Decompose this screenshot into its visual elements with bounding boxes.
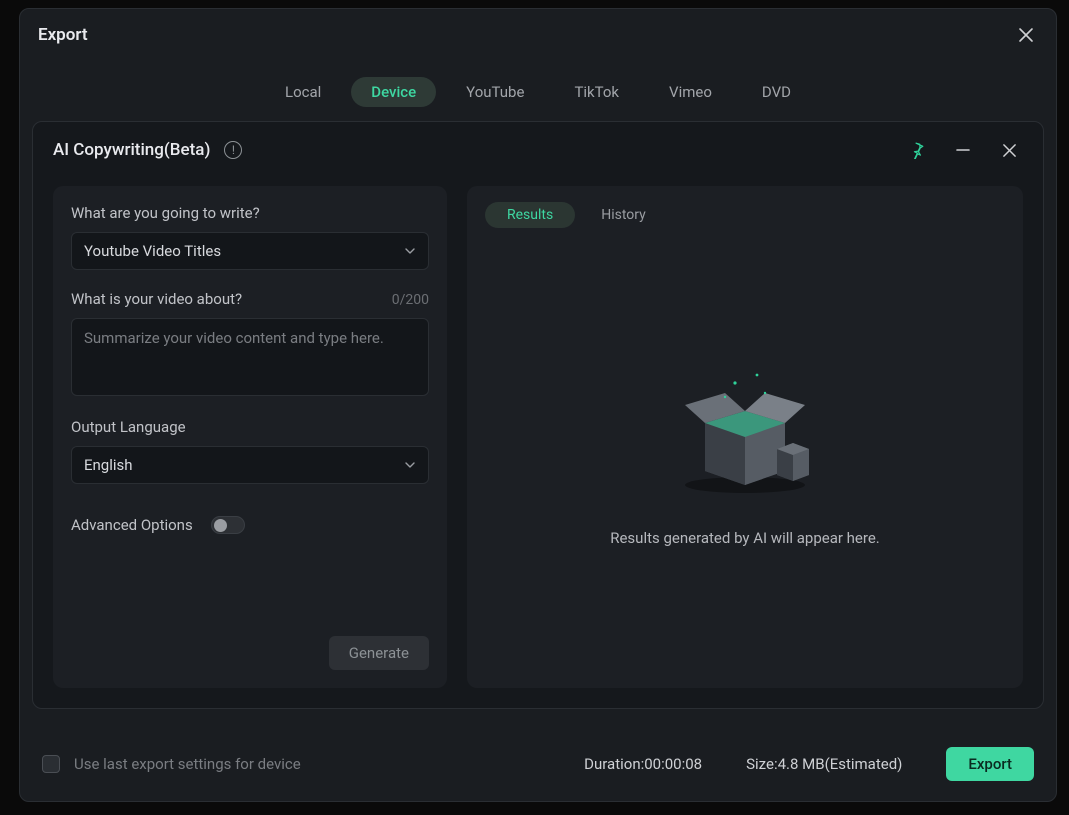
video-about-textarea[interactable]: Summarize your video content and type he… [71, 318, 429, 396]
export-dialog: Export Local Device YouTube TikTok Vimeo… [19, 8, 1057, 802]
textarea-placeholder: Summarize your video content and type he… [84, 329, 384, 347]
size-info: Size:4.8 MB(Estimated) [746, 755, 902, 773]
ai-panel-title: AI Copywriting(Beta) [53, 140, 210, 160]
results-body: Results generated by AI will appear here… [485, 228, 1005, 672]
export-footer: Use last export settings for device Dura… [20, 729, 1056, 801]
export-tabs: Local Device YouTube TikTok Vimeo DVD [20, 57, 1056, 121]
close-icon[interactable] [1014, 23, 1038, 47]
advanced-options-toggle[interactable] [211, 516, 245, 534]
ai-form-column: What are you going to write? Youtube Vid… [53, 186, 447, 688]
info-icon[interactable]: ! [224, 141, 242, 159]
char-counter: 0/200 [392, 292, 429, 308]
use-last-settings-checkbox[interactable] [42, 755, 60, 773]
results-placeholder-text: Results generated by AI will appear here… [610, 529, 880, 547]
advanced-options-row: Advanced Options [71, 516, 429, 534]
tab-local[interactable]: Local [265, 77, 341, 107]
tab-tiktok[interactable]: TikTok [554, 77, 639, 107]
tab-history[interactable]: History [597, 202, 650, 228]
chevron-down-icon [404, 459, 416, 471]
generate-button[interactable]: Generate [329, 636, 429, 670]
minimize-icon[interactable] [949, 136, 977, 164]
ai-panel-header: AI Copywriting(Beta) ! [33, 122, 1043, 172]
advanced-options-label: Advanced Options [71, 516, 193, 534]
ai-copywriting-panel: AI Copywriting(Beta) ! What are you goin… [32, 121, 1044, 709]
ai-results-column: Results History [467, 186, 1023, 688]
tab-results[interactable]: Results [485, 202, 575, 228]
write-type-value: Youtube Video Titles [84, 242, 221, 260]
close-panel-icon[interactable] [995, 136, 1023, 164]
tab-youtube[interactable]: YouTube [446, 77, 544, 107]
output-language-label: Output Language [71, 418, 429, 436]
export-button[interactable]: Export [946, 747, 1034, 781]
write-type-label: What are you going to write? [71, 204, 429, 222]
tab-vimeo[interactable]: Vimeo [649, 77, 732, 107]
pin-icon[interactable] [903, 136, 931, 164]
results-tabs: Results History [485, 202, 1005, 228]
output-language-select[interactable]: English [71, 446, 429, 484]
ai-panel-body: What are you going to write? Youtube Vid… [33, 172, 1043, 708]
write-type-select[interactable]: Youtube Video Titles [71, 232, 429, 270]
empty-box-illustration [665, 353, 825, 503]
dialog-title: Export [38, 25, 88, 45]
use-last-settings-label: Use last export settings for device [74, 755, 301, 773]
export-header: Export [20, 9, 1056, 57]
output-language-value: English [84, 456, 133, 474]
video-about-label: What is your video about? [71, 290, 242, 308]
tab-dvd[interactable]: DVD [742, 77, 811, 107]
duration-info: Duration:00:00:08 [584, 755, 702, 773]
toggle-knob [214, 519, 227, 532]
chevron-down-icon [404, 245, 416, 257]
tab-device[interactable]: Device [351, 77, 436, 107]
